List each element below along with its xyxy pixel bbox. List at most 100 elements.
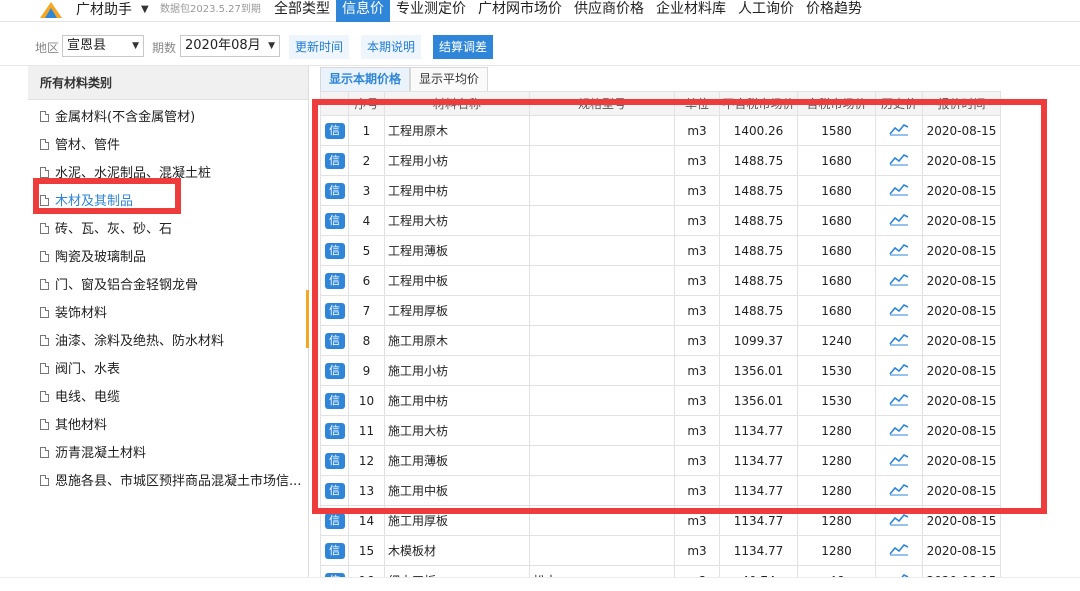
trend-chart-icon[interactable] (889, 482, 909, 499)
table-row[interactable]: 信 4 工程用大枋 m3 1488.75 1680 2020-08-15 (320, 205, 1001, 236)
info-badge[interactable]: 信 (324, 392, 345, 409)
nav-tab[interactable]: 供应商价格 (568, 0, 650, 22)
nav-tab[interactable]: 专业测定价 (390, 0, 472, 22)
table-row[interactable]: 信 15 木模板材 m3 1134.77 1280 2020-08-15 (320, 535, 1001, 566)
update-time-button[interactable]: 更新时间 (289, 35, 350, 59)
trend-chart-icon[interactable] (889, 392, 909, 409)
price-view-tab[interactable]: 显示平均价 (410, 67, 489, 91)
document-icon (40, 335, 49, 346)
table-row[interactable]: 信 2 工程用小枋 m3 1488.75 1680 2020-08-15 (320, 145, 1001, 176)
category-item[interactable]: 金属材料(不含金属管材) (28, 104, 308, 132)
trend-chart-icon[interactable] (889, 362, 909, 379)
header-price-ex-tax[interactable]: 不含税市场价 (719, 91, 798, 116)
price-ex-tax: 1134.77 (719, 415, 798, 446)
info-badge[interactable]: 信 (324, 332, 345, 349)
info-badge[interactable]: 信 (324, 212, 345, 229)
sidebar-scroll-indicator[interactable] (306, 290, 309, 348)
table-row[interactable]: 信 8 施工用原木 m3 1099.37 1240 2020-08-15 (320, 325, 1001, 356)
table-row[interactable]: 信 10 施工用中枋 m3 1356.01 1530 2020-08-15 (320, 385, 1001, 416)
category-item[interactable]: 阀门、水表 (28, 356, 308, 384)
info-badge[interactable]: 信 (324, 512, 345, 529)
info-badge[interactable]: 信 (324, 122, 345, 139)
category-item[interactable]: 恩施各县、市城区预拌商品混凝土市场信... (28, 468, 308, 496)
category-item[interactable]: 水泥、水泥制品、混凝土桩 (28, 160, 308, 188)
unit: m3 (674, 235, 720, 266)
settle-adjust-button[interactable]: 结算调差 (433, 35, 494, 59)
info-badge[interactable]: 信 (324, 422, 345, 439)
header-no[interactable]: 序号 (348, 91, 385, 116)
info-badge[interactable]: 信 (324, 182, 345, 199)
header-spec[interactable]: 规格型号 (529, 91, 675, 116)
nav-tab[interactable]: 人工询价 (732, 0, 800, 22)
trend-chart-icon[interactable] (889, 452, 909, 469)
region-select[interactable]: 宣恩县 ▼ (62, 35, 144, 57)
table-row[interactable]: 信 9 施工用小枋 m3 1356.01 1530 2020-08-15 (320, 355, 1001, 386)
info-badge[interactable]: 信 (324, 452, 345, 469)
table-row[interactable]: 信 12 施工用薄板 m3 1134.77 1280 2020-08-15 (320, 445, 1001, 476)
info-badge[interactable]: 信 (324, 272, 345, 289)
period-label: 期数 (152, 41, 177, 55)
trend-chart-icon[interactable] (889, 512, 909, 529)
table-row[interactable]: 信 1 工程用原木 m3 1400.26 1580 2020-08-15 (320, 115, 1001, 146)
price-view-tab[interactable]: 显示本期价格 (320, 67, 411, 91)
material-name: 工程用厚板 (384, 295, 530, 326)
category-item[interactable]: 门、窗及铝合金轻钢龙骨 (28, 272, 308, 300)
trend-chart-icon[interactable] (889, 272, 909, 289)
info-badge[interactable]: 信 (324, 362, 345, 379)
price-view-tabs: 显示本期价格 显示平均价 (320, 67, 489, 91)
app-title[interactable]: 广材助手 (76, 0, 132, 20)
category-list: 金属材料(不含金属管材) 管材、管件 水泥、水泥制品、混凝土桩 木材及其制品 砖、瓦、灰… (28, 100, 308, 496)
info-badge[interactable]: 信 (324, 242, 345, 259)
row-no: 12 (348, 445, 385, 476)
table-row[interactable]: 信 6 工程用中板 m3 1488.75 1680 2020-08-15 (320, 265, 1001, 296)
table-row[interactable]: 信 7 工程用厚板 m3 1488.75 1680 2020-08-15 (320, 295, 1001, 326)
row-no: 8 (348, 325, 385, 356)
nav-tab[interactable]: 广材网市场价 (472, 0, 568, 22)
price-ex-tax: 1356.01 (719, 385, 798, 416)
header-name[interactable]: 材料名称 (384, 91, 530, 116)
category-item[interactable]: 木材及其制品 (28, 188, 308, 216)
nav-tab[interactable]: 价格趋势 (800, 0, 868, 22)
category-item[interactable]: 油漆、涂料及绝热、防水材料 (28, 328, 308, 356)
table-row[interactable]: 信 5 工程用薄板 m3 1488.75 1680 2020-08-15 (320, 235, 1001, 266)
category-item[interactable]: 电线、电缆 (28, 384, 308, 412)
table-row[interactable]: 信 13 施工用中板 m3 1134.77 1280 2020-08-15 (320, 475, 1001, 506)
price-in-tax: 1280 (797, 505, 876, 536)
trend-chart-icon[interactable] (889, 302, 909, 319)
trend-chart-icon[interactable] (889, 542, 909, 559)
trend-chart-icon[interactable] (889, 332, 909, 349)
nav-tab[interactable]: 信息价 (336, 0, 390, 22)
trend-chart-icon[interactable] (889, 242, 909, 259)
material-name: 工程用原木 (384, 115, 530, 146)
nav-tab[interactable]: 全部类型 (268, 0, 336, 22)
info-badge[interactable]: 信 (324, 542, 345, 559)
category-item[interactable]: 其他材料 (28, 412, 308, 440)
category-item[interactable]: 陶瓷及玻璃制品 (28, 244, 308, 272)
header-date[interactable]: 报价时间 (922, 91, 1001, 116)
category-item[interactable]: 砖、瓦、灰、砂、石 (28, 216, 308, 244)
header-price-in-tax[interactable]: 含税市场价 (797, 91, 876, 116)
table-row[interactable]: 信 14 施工用厚板 m3 1134.77 1280 2020-08-15 (320, 505, 1001, 536)
category-item[interactable]: 装饰材料 (28, 300, 308, 328)
nav-tab[interactable]: 企业材料库 (650, 0, 732, 22)
trend-chart-icon[interactable] (889, 152, 909, 169)
trend-chart-icon[interactable] (889, 122, 909, 139)
table-row[interactable]: 信 3 工程用中枋 m3 1488.75 1680 2020-08-15 (320, 175, 1001, 206)
trend-chart-icon[interactable] (889, 182, 909, 199)
info-badge[interactable]: 信 (324, 482, 345, 499)
app-menu-chevron-icon[interactable]: ▼ (141, 0, 149, 20)
trend-chart-icon[interactable] (889, 212, 909, 229)
history-cell (875, 355, 923, 386)
quote-date: 2020-08-15 (922, 295, 1001, 326)
document-icon (40, 251, 49, 262)
header-history[interactable]: 历史价 (875, 91, 923, 116)
category-item[interactable]: 管材、管件 (28, 132, 308, 160)
period-select[interactable]: 2020年08月 ▼ (180, 35, 280, 57)
trend-chart-icon[interactable] (889, 422, 909, 439)
info-badge[interactable]: 信 (324, 152, 345, 169)
info-badge[interactable]: 信 (324, 302, 345, 319)
header-unit[interactable]: 单位 (674, 91, 720, 116)
period-note-button[interactable]: 本期说明 (361, 35, 422, 59)
category-item[interactable]: 沥青混凝土材料 (28, 440, 308, 468)
table-row[interactable]: 信 11 施工用大枋 m3 1134.77 1280 2020-08-15 (320, 415, 1001, 446)
